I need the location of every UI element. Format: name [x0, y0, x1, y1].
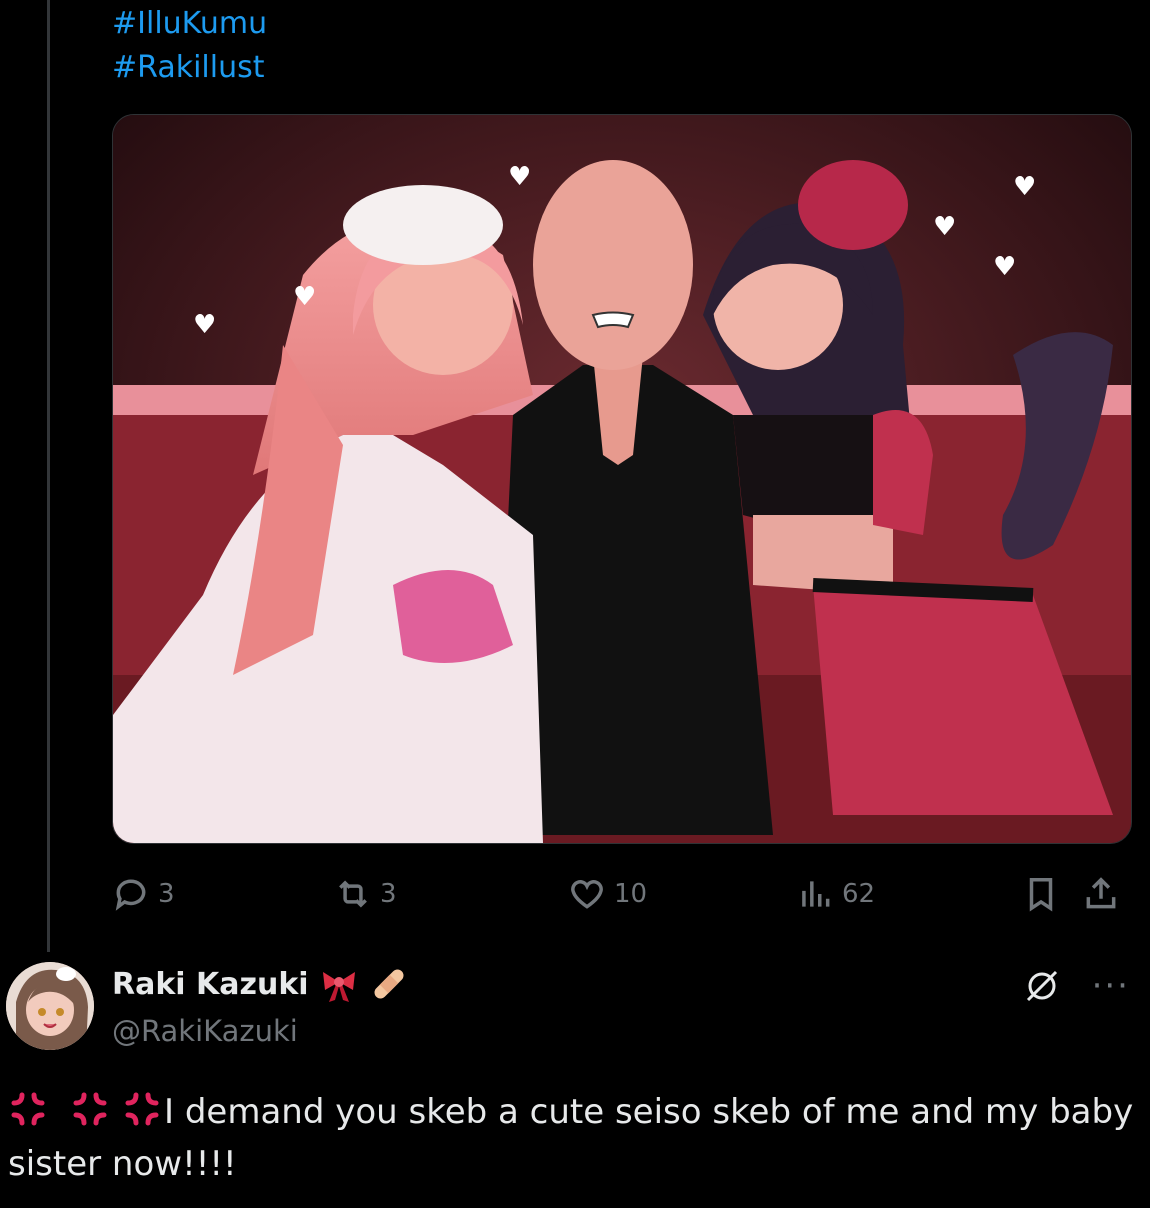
avatar[interactable]	[6, 962, 94, 1050]
bandage-emoji	[374, 969, 404, 999]
share-icon	[1086, 877, 1116, 909]
heart-icon	[571, 880, 603, 909]
svg-text:♥: ♥	[933, 212, 956, 242]
views-icon	[802, 881, 830, 907]
anger-emoji	[11, 1092, 45, 1126]
reply-text: I demand you skeb a cute seiso skeb of m…	[8, 1086, 1138, 1190]
views-count: 62	[842, 879, 876, 909]
hashtag-rakillust[interactable]: #Rakillust	[112, 50, 265, 86]
author-name[interactable]: Raki Kazuki	[112, 967, 309, 1002]
tweet-image[interactable]: ♥ ♥ ♥ ♥ ♥ ♥	[112, 114, 1132, 844]
repost-icon	[339, 880, 367, 908]
svg-text:♥: ♥	[193, 310, 216, 340]
reply-button[interactable]: 3	[112, 866, 175, 922]
anger-emoji	[125, 1092, 159, 1126]
svg-text:♥: ♥	[508, 162, 531, 192]
bookmark-button[interactable]	[1022, 866, 1060, 922]
grok-icon[interactable]	[1022, 966, 1062, 1006]
like-button[interactable]: 10	[568, 866, 647, 922]
thread-line	[47, 0, 50, 952]
hashtag-illukumu[interactable]: #IlluKumu	[112, 6, 267, 42]
share-button[interactable]	[1082, 866, 1120, 922]
svg-text:♥: ♥	[993, 252, 1016, 282]
reply-icon	[115, 879, 146, 911]
svg-text:♥: ♥	[293, 282, 316, 312]
more-icon[interactable]: ···	[1092, 969, 1130, 1003]
like-count: 10	[614, 879, 648, 909]
ribbon-emoji	[322, 972, 355, 1002]
reply-text-content: I demand you skeb a cute seiso skeb of m…	[8, 1092, 1134, 1184]
tweet-actions: 3 3 10 62	[112, 866, 1132, 922]
svg-text:♥: ♥	[1013, 172, 1036, 202]
reply-count: 3	[158, 879, 175, 909]
repost-count: 3	[380, 879, 397, 909]
repost-button[interactable]: 3	[334, 866, 397, 922]
views-button[interactable]: 62	[796, 866, 875, 922]
author-handle[interactable]: @RakiKazuki	[112, 1014, 298, 1048]
bookmark-icon	[1029, 878, 1053, 912]
anger-emoji	[73, 1092, 107, 1126]
